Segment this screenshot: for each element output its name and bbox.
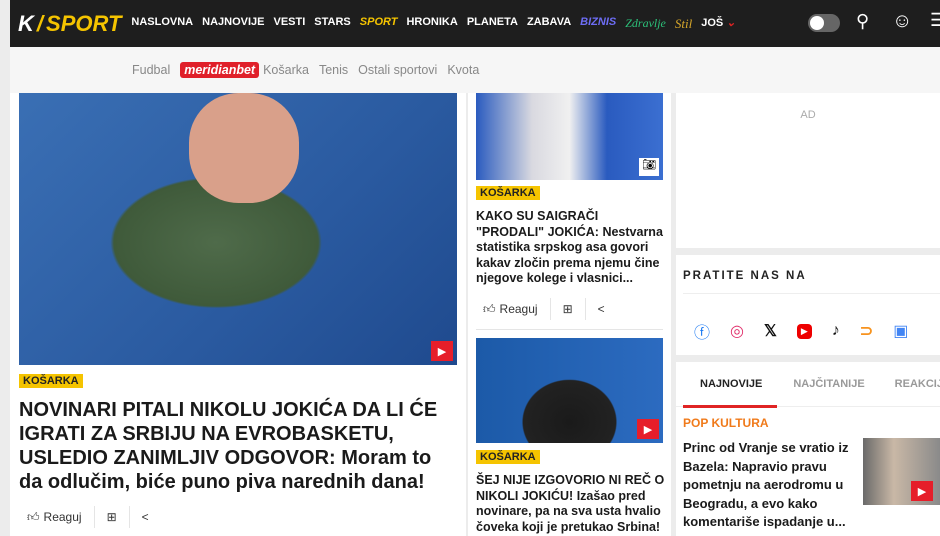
article-image-2[interactable]: ▶ [476,338,663,443]
tab-najcitanije[interactable]: NAJČITANIJE [793,378,864,390]
chevron-down-icon: ⌄ [726,16,736,29]
news-thumbnail[interactable]: ▶ [863,438,940,505]
nav-jos[interactable]: JOŠ ⌄ [701,16,735,32]
tab-reakcije[interactable]: REAKCIJE [895,378,940,390]
logo-sport: SPORT [46,10,122,36]
nav-vesti[interactable]: VESTI [274,16,306,32]
nav-naslovna[interactable]: NASLOVNA [131,16,193,32]
ad-label: AD [800,109,816,121]
nav-sport[interactable]: SPORT [359,16,397,50]
thumbs-up-icon: 👍︎ [483,301,496,316]
instagram-icon[interactable]: ◎ [730,321,744,341]
follow-box: PRATITE NAS NA ⓕ ◎ 𝕏 ▶ ♪ ⊃ ▣ [676,255,940,355]
top-navigation: K / SPORT NASLOVNA NAJNOVIJE VESTI STARS S… [10,0,940,50]
google-news-icon[interactable]: ▣ [893,321,908,341]
nav-planeta[interactable]: PLANETA [467,16,518,32]
tabs: NAJNOVIJE NAJČITANIJE REAKCIJE [676,362,940,407]
subnav-ostali[interactable]: Ostali sportovi [358,63,437,77]
site-logo[interactable]: K / SPORT [18,11,121,37]
logo-k: K [18,10,34,36]
search-icon[interactable]: ⚲ [856,11,869,32]
nav-stil[interactable]: Stil [675,16,692,32]
main-nav: NASLOVNA NAJNOVIJE VESTI STARS SPORT HRO… [131,16,736,50]
nav-biznis[interactable]: BIZNIS [580,16,616,32]
subnav-kosarka[interactable]: Košarka [263,63,309,77]
nav-zabava[interactable]: ZABAVA [527,16,571,32]
nav-najnovije[interactable]: NAJNOVIJE [202,16,264,32]
main-article-title[interactable]: NOVINARI PITALI NIKOLU JOKIĆA DA LI ĆE I… [19,398,459,494]
face-shape [189,93,299,203]
x-icon[interactable]: 𝕏 [764,321,777,341]
tab-najnovije[interactable]: NAJNOVIJE [700,378,762,390]
ad-slot: AD [676,93,940,248]
sponsor-logo[interactable]: meridianbet [180,62,260,78]
thumbs-up-icon: 👍︎ [27,509,40,524]
nav-zdravlje[interactable]: Zdravlje [625,16,666,32]
nav-hronika[interactable]: HRONIKA [406,16,457,32]
comment-icon[interactable]: ⊞ [107,510,117,524]
share-icon[interactable]: < [142,510,149,524]
article-image-1[interactable]: 📷︎ [476,93,663,180]
divider [476,329,663,330]
article-actions: 👍︎ Reaguj ⊞ < [483,298,605,320]
tiktok-icon[interactable]: ♪ [832,322,840,340]
category-tag[interactable]: KOŠARKA [19,374,83,388]
rss-icon[interactable]: ⊃ [860,321,873,341]
theme-toggle[interactable] [808,14,840,32]
news-category[interactable]: POP KULTURA [683,416,769,430]
sun-icon [810,16,824,30]
social-icons: ⓕ ◎ 𝕏 ▶ ♪ ⊃ ▣ [694,319,908,343]
sub-navigation: Fudbal meridianbet Košarka Tenis Ostali … [10,47,940,93]
play-icon[interactable]: ▶ [431,341,453,361]
reaguj-button[interactable]: 👍︎ Reaguj [27,510,82,525]
article-title-2[interactable]: ŠEJ NIJE IZGOVORIO NI REČ O NIKOLI JOKIĆ… [476,473,668,535]
active-tab-indicator [683,405,777,408]
nav-stars[interactable]: STARS [314,16,350,32]
news-tabs-box: NAJNOVIJE NAJČITANIJE REAKCIJE POP KULTU… [676,362,940,536]
play-icon[interactable]: ▶ [911,481,933,501]
share-icon[interactable]: < [598,302,605,316]
category-tag[interactable]: KOŠARKA [476,186,540,200]
main-article: ▶ KOŠARKA NOVINARI PITALI NIKOLU JOKIĆA … [10,93,466,536]
reaguj-button[interactable]: 👍︎ Reaguj [483,302,538,317]
play-icon[interactable]: ▶ [637,419,659,439]
main-article-image[interactable]: ▶ [19,93,457,365]
center-column: 📷︎ KOŠARKA KAKO SU SAIGRAČI "PRODALI" JO… [468,93,671,536]
subnav-kvota[interactable]: Kvota [447,63,479,77]
facebook-icon[interactable]: ⓕ [694,319,710,343]
comment-icon[interactable]: ⊞ [563,302,573,316]
news-title[interactable]: Princ od Vranje se vratio iz Bazela: Nap… [683,439,863,532]
category-tag[interactable]: KOŠARKA [476,450,540,464]
subnav-fudbal[interactable]: Fudbal [132,63,170,77]
user-icon[interactable]: ☺ [892,10,912,33]
article-actions: 👍︎ Reaguj ⊞ < [27,506,149,528]
subnav-tenis[interactable]: Tenis [319,63,348,77]
menu-icon[interactable]: ☰ [930,10,940,31]
article-title-1[interactable]: KAKO SU SAIGRAČI "PRODALI" JOKIĆA: Nestv… [476,209,666,287]
camera-icon: 📷︎ [639,158,659,176]
youtube-icon[interactable]: ▶ [796,323,812,339]
follow-title: PRATITE NAS NA [683,270,807,282]
